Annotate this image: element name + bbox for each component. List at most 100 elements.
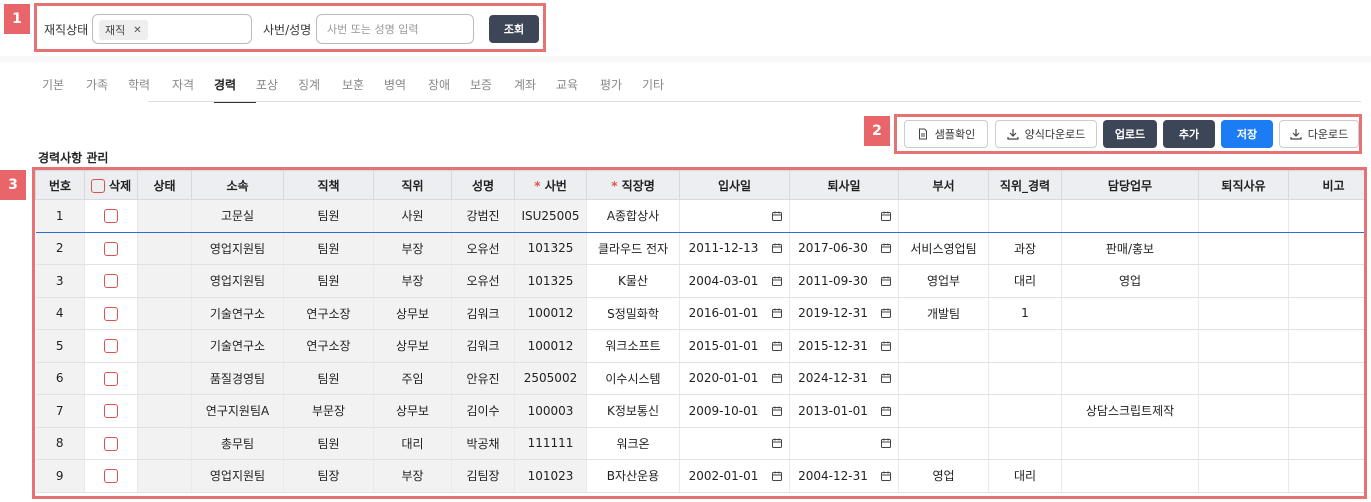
cell-note[interactable] — [1288, 459, 1364, 493]
table-row[interactable]: 7 연구지원팀A 부문장 상무보 김이수 100003 K정보통신 2009-10-01 201… — [35, 394, 1364, 428]
cell-reason[interactable] — [1198, 199, 1289, 233]
cell-delete[interactable] — [84, 427, 138, 460]
cell-delete[interactable] — [84, 297, 138, 330]
cell-join[interactable]: 2011-12-13 — [679, 232, 790, 265]
select-all-checkbox[interactable] — [90, 179, 105, 193]
calendar-icon[interactable] — [880, 242, 892, 254]
calendar-icon[interactable] — [880, 470, 892, 482]
cell-leave[interactable]: 2004-12-31 — [789, 459, 899, 493]
delete-checkbox[interactable] — [104, 241, 118, 256]
cell-leave[interactable] — [789, 199, 899, 233]
cell-delete[interactable] — [84, 264, 138, 298]
table-row[interactable]: 2 영업지원팀 팀원 부장 오유선 101325 클라우드 전자 2011-12-13 2017… — [35, 232, 1364, 265]
cell-leave[interactable] — [789, 427, 899, 460]
table-row[interactable]: 4 기술연구소 연구소장 상무보 김워크 100012 S정밀화학 2016-01-01 201… — [35, 297, 1364, 330]
calendar-icon[interactable] — [771, 340, 783, 352]
cell-rank-career[interactable] — [988, 427, 1062, 460]
cell-note[interactable] — [1288, 329, 1364, 363]
delete-checkbox[interactable] — [104, 436, 118, 451]
calendar-icon[interactable] — [771, 372, 783, 384]
calendar-icon[interactable] — [771, 210, 783, 222]
cell-company[interactable]: B자산운용 — [586, 459, 680, 493]
calendar-icon[interactable] — [771, 275, 783, 287]
delete-checkbox[interactable] — [104, 469, 118, 483]
cell-rank-career[interactable]: 1 — [988, 297, 1062, 330]
template-download-button[interactable]: 양식다운로드 — [995, 120, 1097, 148]
tab-3[interactable]: 자격 — [172, 68, 214, 103]
cell-delete[interactable] — [84, 362, 138, 395]
cell-rank-career[interactable]: 대리 — [988, 264, 1062, 298]
cell-duty[interactable] — [1061, 199, 1199, 233]
cell-join[interactable]: 2009-10-01 — [679, 394, 790, 428]
sample-check-button[interactable]: 샘플확인 — [904, 120, 988, 148]
cell-reason[interactable] — [1198, 427, 1289, 460]
tab-7[interactable]: 보훈 — [342, 68, 384, 103]
cell-company[interactable]: K물산 — [586, 264, 680, 298]
tab-14[interactable]: 기타 — [642, 68, 682, 103]
status-multiselect[interactable]: 재직 ✕ — [92, 14, 252, 44]
table-row[interactable]: 8 총무팀 팀원 대리 박공채 111111 워크온 — [35, 427, 1364, 460]
cell-join[interactable]: 2004-03-01 — [679, 264, 790, 298]
cell-company[interactable]: S정밀화학 — [586, 297, 680, 330]
cell-division[interactable]: 서비스영업팀 — [898, 232, 989, 265]
cell-division[interactable] — [898, 427, 989, 460]
tab-5[interactable]: 포상 — [256, 68, 298, 103]
table-row[interactable]: 3 영업지원팀 팀원 부장 오유선 101325 K물산 2004-03-01 2011-09-… — [35, 264, 1364, 298]
cell-reason[interactable] — [1198, 329, 1289, 363]
calendar-icon[interactable] — [880, 437, 892, 449]
cell-leave[interactable]: 2024-12-31 — [789, 362, 899, 395]
cell-note[interactable] — [1288, 362, 1364, 395]
cell-note[interactable] — [1288, 297, 1364, 330]
cell-join[interactable] — [679, 199, 790, 233]
upload-button[interactable]: 업로드 — [1103, 120, 1157, 148]
cell-duty[interactable]: 판매/홍보 — [1061, 232, 1199, 265]
cell-duty[interactable]: 영업 — [1061, 264, 1199, 298]
cell-reason[interactable] — [1198, 264, 1289, 298]
cell-duty[interactable] — [1061, 427, 1199, 460]
cell-delete[interactable] — [84, 329, 138, 363]
tab-2[interactable]: 학력 — [128, 68, 172, 103]
cell-join[interactable]: 2002-01-01 — [679, 459, 790, 493]
tab-10[interactable]: 보증 — [470, 68, 514, 103]
cell-company[interactable]: 워크소프트 — [586, 329, 680, 363]
calendar-icon[interactable] — [771, 405, 783, 417]
calendar-icon[interactable] — [771, 437, 783, 449]
calendar-icon[interactable] — [880, 372, 892, 384]
cell-join[interactable]: 2016-01-01 — [679, 297, 790, 330]
cell-note[interactable] — [1288, 232, 1364, 265]
cell-reason[interactable] — [1198, 297, 1289, 330]
remove-tag-icon[interactable]: ✕ — [133, 25, 141, 36]
cell-reason[interactable] — [1198, 459, 1289, 493]
cell-delete[interactable] — [84, 232, 138, 265]
search-button[interactable]: 조회 — [489, 15, 539, 43]
calendar-icon[interactable] — [880, 340, 892, 352]
cell-rank-career[interactable] — [988, 362, 1062, 395]
cell-reason[interactable] — [1198, 394, 1289, 428]
col-delete[interactable]: 삭제 — [84, 170, 138, 200]
cell-company[interactable]: K정보통신 — [586, 394, 680, 428]
tab-12[interactable]: 교육 — [556, 68, 600, 103]
tab-13[interactable]: 평가 — [600, 68, 642, 103]
download-button[interactable]: 다운로드 — [1279, 120, 1359, 148]
cell-division[interactable]: 영업 — [898, 459, 989, 493]
delete-checkbox[interactable] — [104, 404, 118, 418]
cell-rank-career[interactable] — [988, 199, 1062, 233]
id-name-input[interactable]: 사번 또는 성명 입력 — [316, 14, 474, 44]
cell-division[interactable] — [898, 329, 989, 363]
cell-leave[interactable]: 2011-09-30 — [789, 264, 899, 298]
cell-note[interactable] — [1288, 199, 1364, 233]
tab-4[interactable]: 경력 — [214, 68, 256, 103]
tab-6[interactable]: 징계 — [298, 68, 342, 103]
cell-duty[interactable] — [1061, 329, 1199, 363]
tab-0[interactable]: 기본 — [42, 68, 86, 103]
table-row[interactable]: 9 영업지원팀 팀장 부장 김팀장 101023 B자산운용 2002-01-01 2004-1… — [35, 459, 1364, 493]
cell-leave[interactable]: 2017-06-30 — [789, 232, 899, 265]
cell-delete[interactable] — [84, 394, 138, 428]
cell-division[interactable]: 개발팀 — [898, 297, 989, 330]
cell-rank-career[interactable]: 대리 — [988, 459, 1062, 493]
calendar-icon[interactable] — [771, 470, 783, 482]
cell-duty[interactable] — [1061, 362, 1199, 395]
delete-checkbox[interactable] — [104, 306, 118, 321]
cell-duty[interactable] — [1061, 459, 1199, 493]
tab-9[interactable]: 장애 — [428, 68, 470, 103]
